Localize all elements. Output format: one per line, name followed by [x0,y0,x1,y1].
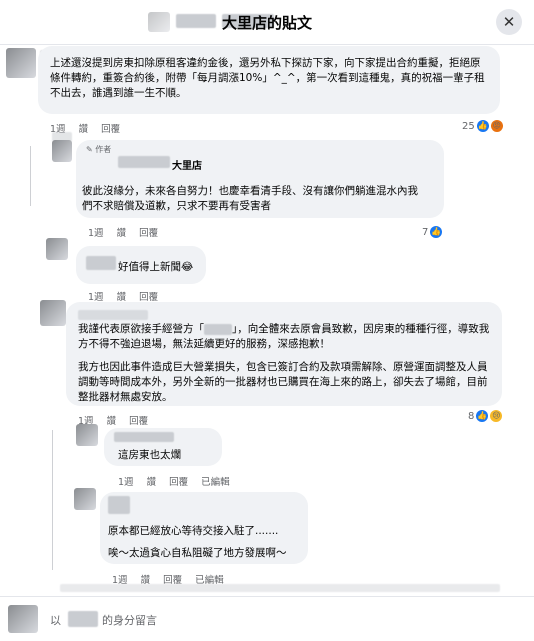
comment-bubble: 原本都已經放心等待交接入駐了....... 唉～太過貪心自私阻礙了地方發展啊～ [100,492,308,564]
comment-text: 我方也因此事件造成巨大營業損失，包含已簽訂合約及款項需解除、原營運面調整及人員調… [78,361,488,403]
comment-author[interactable]: 大里店 [172,157,202,172]
avatar[interactable] [74,488,96,510]
comment-input[interactable]: 以 的身分留言 [48,605,526,633]
comment-actions: 1週 讚 回覆 [88,289,168,303]
like-reaction-icon: 👍 [476,410,489,422]
avatar [8,605,38,633]
badge-icon: ✎ [86,145,96,154]
composer-placeholder: 的身分留言 [102,614,157,627]
avatar[interactable] [40,300,66,326]
blurred-next-comment [60,584,500,592]
comment-actions: 1週 讚 回覆 [88,225,168,239]
comment-time[interactable]: 1週 [118,477,134,488]
reaction-count: 25 [462,120,475,132]
comment-bubble: 上述還沒提到房東扣除原租客違約金後，還另外私下探訪下家，向下家提出合約重擬，拒絕… [38,46,500,114]
blurred-name [68,611,98,627]
angry-reaction-icon: 😡 [490,120,503,132]
page-title: 大里店的貼文 [221,14,312,32]
comment-text: 唉～太過貪心自私阻礙了地方發展啊～ [108,547,287,559]
comment-bubble: ✎ 作者 大里店 彼此沒緣分，未來各自努力！也慶幸看清手段、沒有讓你們躺進混水內… [76,140,444,218]
comment-bubble: 這房東也太爛 [104,428,222,466]
blurred-name [204,323,232,335]
blurred-name [118,156,170,168]
reply-button[interactable]: 回覆 [139,228,158,239]
thread-line [52,430,53,570]
thread-line [30,146,31,206]
blurred-name [114,432,174,442]
comment-composer: 以 的身分留言 [0,596,534,641]
like-reaction-icon: 👍 [430,226,443,238]
like-button[interactable]: 讚 [107,416,117,427]
avatar[interactable] [52,140,72,162]
reply-button[interactable]: 回覆 [169,477,188,488]
comment-text: 彼此沒緣分，未來各自努力！也慶幸看清手段、沒有讓你們躺進混水內我們不求賠償及道歉… [82,185,418,212]
reaction-count: 7 [422,226,429,238]
comment-text: 上述還沒提到房東扣除原租客違約金後，還另外私下探訪下家，向下家提出合約重擬，拒絕… [50,57,485,99]
comment-text: 這房東也太爛 [118,449,181,461]
reaction-count: 8 [468,410,475,422]
blurred-name [108,496,130,514]
dialog-header: 大里店的貼文 ✕ [0,0,534,45]
comment-bubble: 好值得上新聞😂 [76,246,206,284]
comment-text: 原本都已經放心等待交接入駐了....... [108,525,279,537]
reaction-summary[interactable]: 7 👍 [422,226,443,238]
comment-text: 我謹代表原欲接手經營方「 」，向全體來去原會員致歉，因房東的種種行徑，導致我方不得… [78,323,490,350]
comment-time[interactable]: 1週 [88,228,104,239]
comment-bubble: 我謹代表原欲接手經營方「 」，向全體來去原會員致歉，因房東的種種行徑，導致我方不得… [66,302,502,406]
author-badge: ✎ 作者 [86,145,112,154]
like-button[interactable]: 讚 [79,124,89,135]
avatar[interactable] [46,238,68,260]
reply-button[interactable]: 回覆 [129,416,148,427]
like-button[interactable]: 讚 [117,228,127,239]
reply-button[interactable]: 回覆 [101,124,120,135]
sad-reaction-icon: 😢 [490,410,503,422]
like-reaction-icon: 👍 [476,120,489,132]
avatar[interactable] [6,48,36,78]
comment-text: 好值得上新聞😂 [118,261,194,273]
like-button[interactable]: 讚 [147,477,157,488]
close-icon[interactable]: ✕ [496,9,522,35]
reaction-summary[interactable]: 25 👍 😡 [462,120,503,132]
blurred-name [86,256,116,270]
blurred-name [78,310,148,320]
avatar[interactable] [76,424,98,446]
edited-label: 已編輯 [201,477,230,488]
reaction-summary[interactable]: 8 👍 😢 [468,410,503,422]
comment-actions: 1週 讚 回覆 已編輯 [118,474,240,488]
composer-prefix: 以 [50,614,61,627]
